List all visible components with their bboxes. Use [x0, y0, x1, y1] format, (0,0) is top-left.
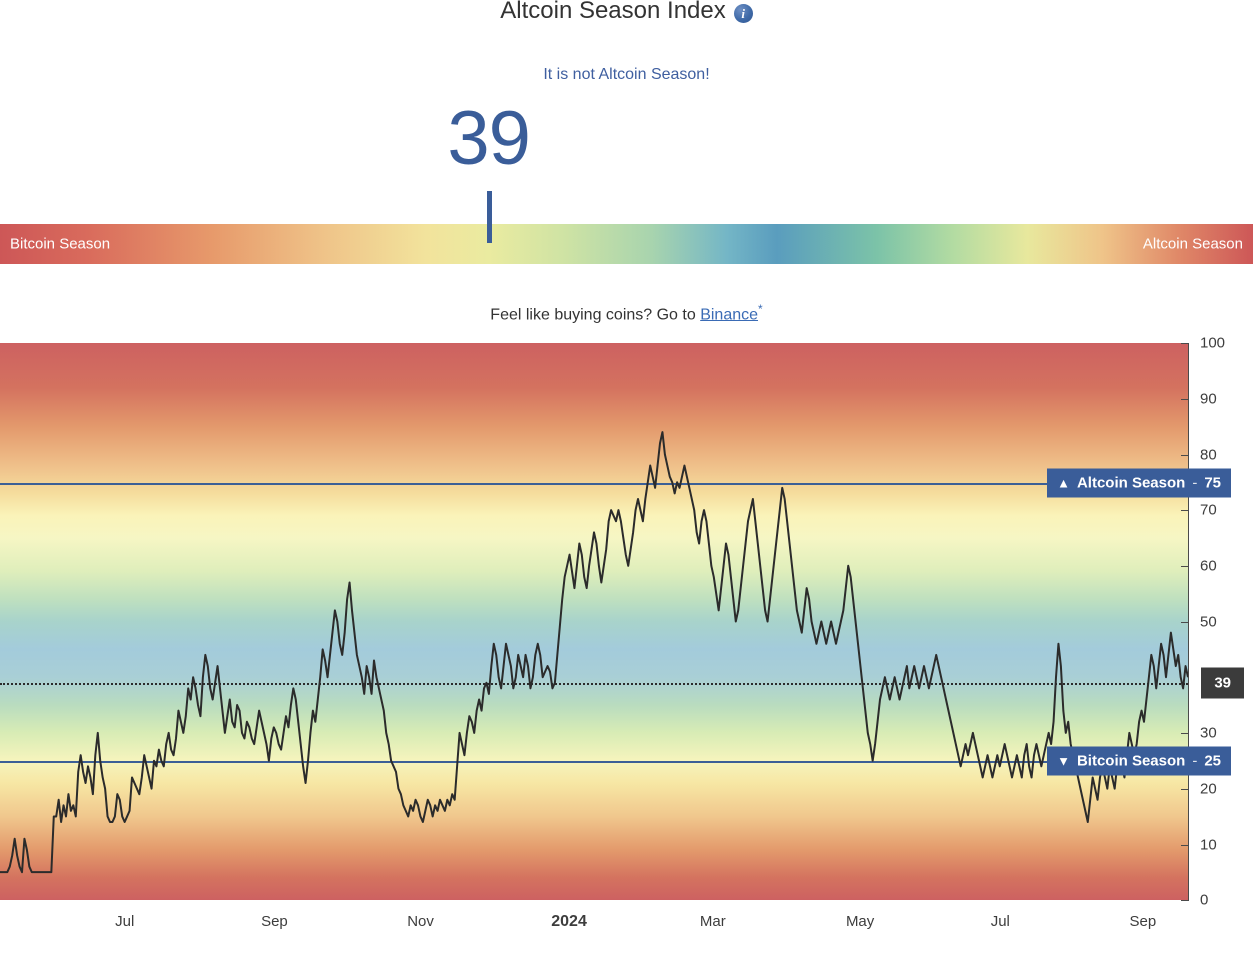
- chart-plot-area: BLOCKCHAIN CENTER.NET: [0, 343, 1188, 901]
- y-tick-label: 0: [1200, 891, 1209, 909]
- x-tick-label: Sep: [261, 913, 288, 931]
- y-tick-label: 100: [1200, 334, 1226, 352]
- season-gradient-bar: Bitcoin Season Altcoin Season: [0, 224, 1253, 264]
- altcoin-season-label: Altcoin Season: [1142, 235, 1243, 253]
- altcoin-season-badge[interactable]: ▲ Altcoin Season - 75: [1047, 468, 1231, 498]
- bitcoin-season-label: Bitcoin Season: [10, 235, 111, 253]
- bitcoin-badge-label: Bitcoin Season: [1076, 752, 1186, 770]
- y-tick-label: 70: [1200, 501, 1217, 519]
- altcoin-badge-value: 75: [1204, 474, 1221, 492]
- x-tick-label: Jul: [990, 913, 1010, 931]
- altcoin-season-chart[interactable]: BLOCKCHAIN CENTER.NET 0 10 20 30 50 60 70 80 90 1…: [0, 335, 1253, 960]
- page-title-text: Altcoin Season Index: [500, 0, 726, 24]
- altcoin-badge-label: Altcoin Season: [1076, 474, 1186, 492]
- y-tick-mark: [1181, 900, 1189, 902]
- info-icon[interactable]: i: [733, 3, 753, 23]
- promo-prefix: Feel like buying coins? Go to: [490, 306, 701, 324]
- x-tick-label: Mar: [699, 913, 726, 931]
- page-title: Altcoin Season Index i: [0, 0, 1253, 26]
- current-value-badge: 39: [1201, 667, 1244, 699]
- y-tick-label: 10: [1200, 836, 1217, 854]
- index-value: 39: [447, 96, 531, 181]
- x-tick-label: 2024: [551, 913, 587, 931]
- bitcoin-season-badge[interactable]: ▼ Bitcoin Season - 25: [1047, 746, 1231, 776]
- gauge-needle: [486, 191, 492, 243]
- y-tick-label: 90: [1200, 390, 1217, 408]
- bitcoin-badge-separator: -: [1192, 752, 1198, 770]
- index-line-series: [0, 431, 1188, 874]
- x-tick-label: May: [845, 913, 875, 931]
- promo-asterisk: *: [758, 302, 763, 316]
- triangle-up-icon: ▲: [1057, 475, 1070, 491]
- x-tick-label: Nov: [407, 913, 434, 931]
- altcoin-badge-separator: -: [1192, 474, 1198, 492]
- x-tick-label: Sep: [1129, 913, 1157, 931]
- index-line-path: [0, 431, 1188, 874]
- binance-link[interactable]: Binance: [700, 306, 758, 323]
- gauge-value-area: 39: [0, 96, 1253, 243]
- y-tick-label: 20: [1200, 780, 1217, 798]
- y-tick-label: 60: [1200, 557, 1217, 575]
- promo-line: Feel like buying coins? Go to Binance*: [0, 302, 1253, 324]
- x-tick-label: Jul: [115, 913, 135, 931]
- season-status-text: It is not Altcoin Season!: [543, 66, 710, 83]
- bitcoin-badge-value: 25: [1204, 752, 1221, 770]
- y-tick-label: 30: [1200, 724, 1217, 742]
- y-tick-label: 50: [1200, 613, 1217, 631]
- triangle-down-icon: ▼: [1057, 753, 1070, 769]
- y-tick-label: 80: [1200, 446, 1217, 464]
